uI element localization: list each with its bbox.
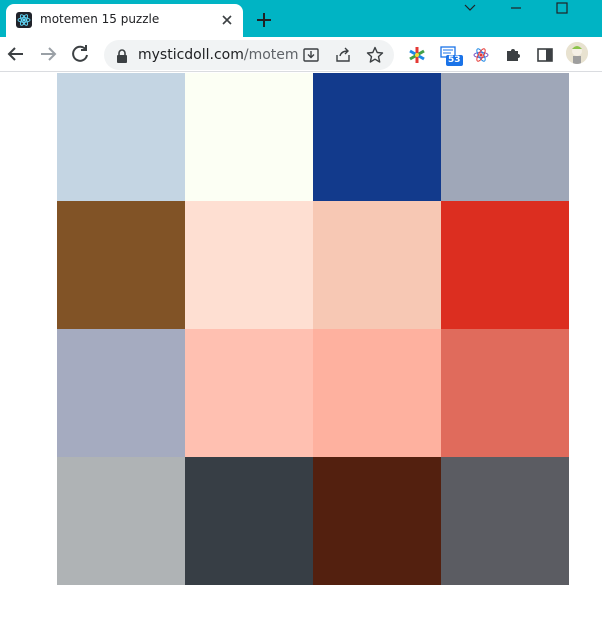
- react-devtools-icon[interactable]: [472, 46, 490, 64]
- tab-count-badge: 53: [446, 55, 463, 66]
- puzzle-tile[interactable]: [185, 201, 313, 329]
- puzzle-tile[interactable]: [313, 73, 441, 201]
- url-path: /motem...: [243, 47, 298, 63]
- minimize-icon[interactable]: [493, 0, 539, 18]
- tab-title: motemen 15 puzzle: [40, 12, 160, 26]
- plus-icon[interactable]: [252, 8, 276, 32]
- lock-icon[interactable]: [116, 48, 128, 67]
- maximize-icon[interactable]: [539, 0, 585, 18]
- puzzle-tile[interactable]: [313, 201, 441, 329]
- puzzle-board: [57, 73, 569, 585]
- close-icon[interactable]: [217, 10, 237, 30]
- puzzle-tile[interactable]: [441, 329, 569, 457]
- react-icon: [16, 12, 32, 28]
- chevron-down-icon[interactable]: [447, 0, 493, 18]
- puzzle-tile[interactable]: [57, 201, 185, 329]
- puzzle-tile[interactable]: [185, 457, 313, 585]
- puzzle-tile[interactable]: [441, 201, 569, 329]
- profile-avatar[interactable]: [566, 42, 588, 64]
- reload-icon[interactable]: [68, 42, 92, 66]
- puzzle-tile[interactable]: [313, 329, 441, 457]
- install-app-icon[interactable]: [302, 46, 320, 64]
- puzzle-tile[interactable]: [57, 329, 185, 457]
- puzzle-piece-icon[interactable]: [504, 46, 522, 64]
- puzzle-tile[interactable]: [441, 73, 569, 201]
- puzzle-tile[interactable]: [57, 73, 185, 201]
- colorful-asterisk-icon[interactable]: [408, 46, 426, 64]
- forward-arrow-icon[interactable]: [36, 42, 60, 66]
- puzzle-tile[interactable]: [185, 73, 313, 201]
- browser-toolbar: mysticdoll.com/motem... 53: [0, 37, 602, 72]
- puzzle-tile[interactable]: [185, 329, 313, 457]
- puzzle-tile[interactable]: [441, 457, 569, 585]
- browser-titlebar: motemen 15 puzzle: [0, 0, 602, 37]
- url-text[interactable]: mysticdoll.com/motem...: [138, 47, 298, 63]
- share-icon[interactable]: [334, 46, 352, 64]
- browser-tab[interactable]: motemen 15 puzzle: [6, 4, 243, 37]
- address-bar[interactable]: mysticdoll.com/motem...: [104, 40, 394, 70]
- bookmark-star-icon[interactable]: [366, 46, 384, 64]
- side-panel-icon[interactable]: [536, 46, 554, 64]
- back-arrow-icon[interactable]: [4, 42, 28, 66]
- puzzle-tile[interactable]: [313, 457, 441, 585]
- url-host: mysticdoll.com: [138, 47, 244, 63]
- puzzle-tile[interactable]: [57, 457, 185, 585]
